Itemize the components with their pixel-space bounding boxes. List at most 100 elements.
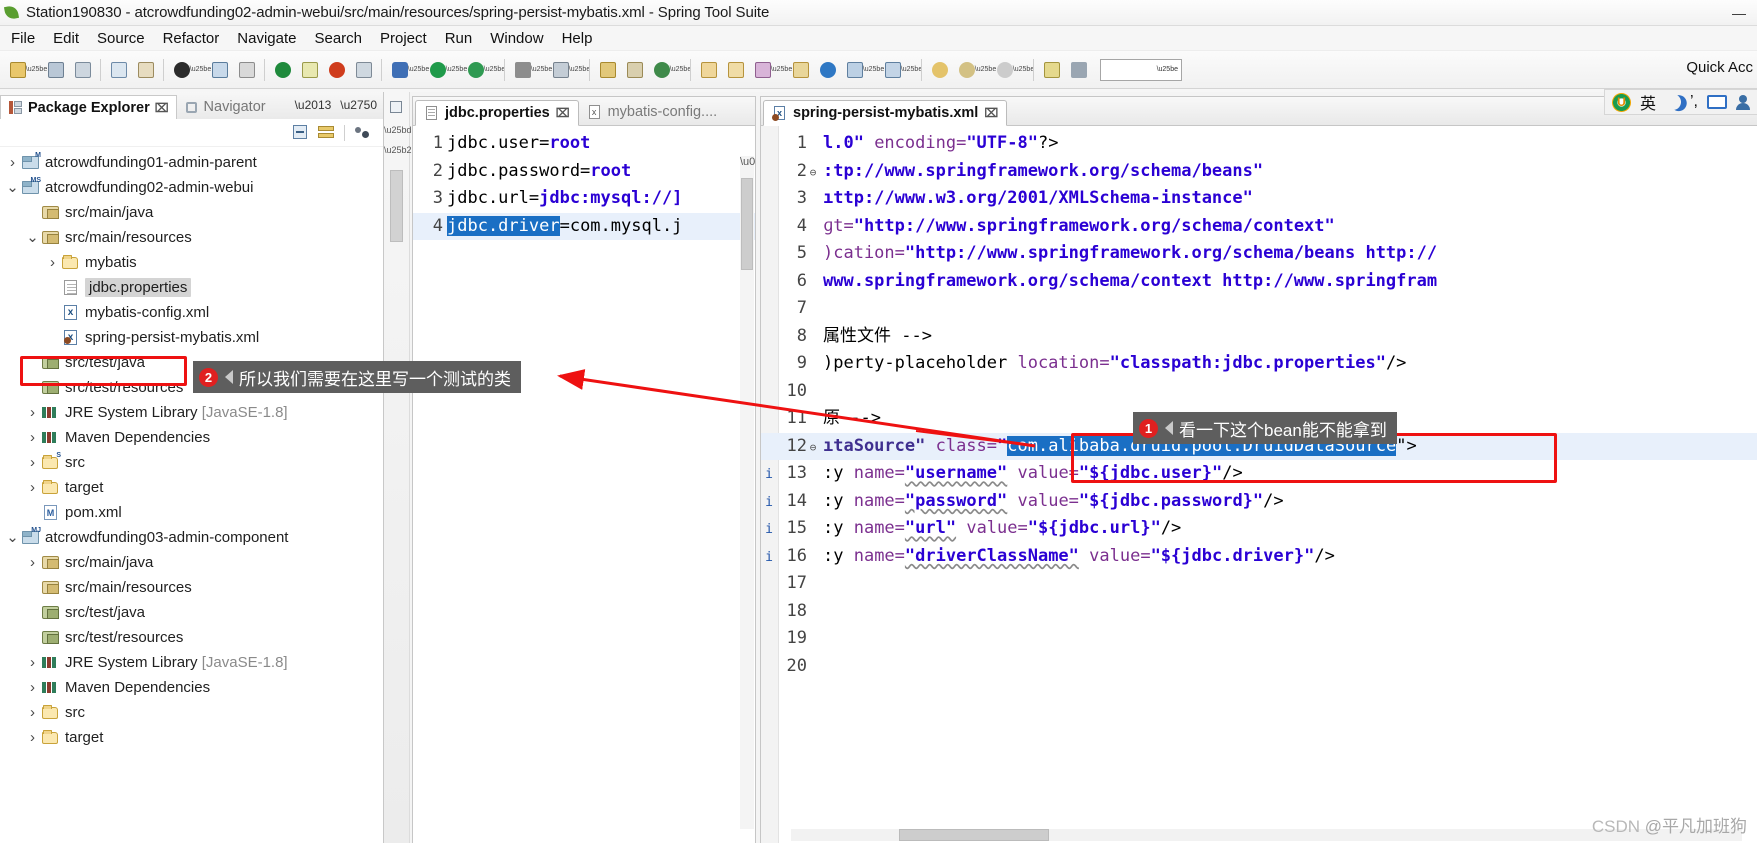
tree-item-atcrowdfunding03-admin-component[interactable]: ⌄ MJ atcrowdfunding03-admin-component [0,525,383,550]
open-task-icon[interactable] [133,57,158,82]
ime-mode-label[interactable]: 英 [1640,90,1656,114]
chevron-right-icon[interactable]: › [24,479,41,496]
chevron-right-icon[interactable]: › [24,704,41,721]
search-icon[interactable] [750,57,775,82]
tree-item-src-main-java[interactable]: src/main/java [0,200,383,225]
run-config-icon[interactable] [463,57,488,82]
open-type-icon[interactable] [106,57,131,82]
search-dropdown-icon[interactable]: \u25be [771,57,792,82]
menu-project[interactable]: Project [371,28,436,49]
tree-item-atcrowdfunding01-admin-parent[interactable]: › Matcrowdfunding01-admin-parent [0,150,383,175]
tree-item-src[interactable]: › src [0,700,383,725]
tree-item-pom-xml[interactable]: pom.xml [0,500,383,525]
minimize-button[interactable]: — [1725,3,1753,23]
chevron-down-icon[interactable]: ⌄ [24,230,41,245]
working-set-combo[interactable]: \u25be [1100,58,1182,81]
code-line[interactable]: 7 [761,295,1757,323]
menu-edit[interactable]: Edit [44,28,88,49]
chevron-right-icon[interactable]: › [24,429,41,446]
chevron-down-icon[interactable]: ⌄ [4,180,21,195]
scroll-thumb[interactable] [741,178,753,270]
scroll-thumb[interactable] [899,829,1049,841]
sogou-logo-icon[interactable] [1611,92,1631,112]
code-line[interactable]: i 13:y name="username" value="${jdbc.user… [761,460,1757,488]
code-line[interactable]: 4 jdbc.driver=com.mysql.j [413,212,755,240]
run-external-icon[interactable] [387,57,412,82]
grid-icon[interactable] [1066,57,1091,82]
previous-annotation-icon[interactable] [954,57,979,82]
tree-item-atcrowdfunding02-admin-webui[interactable]: ⌄ MS atcrowdfunding02-admin-webui [0,175,383,200]
code-line[interactable]: i 16:y name="driverClassName" value="${jd… [761,543,1757,571]
server-start-icon[interactable] [270,57,295,82]
menu-run[interactable]: Run [436,28,482,49]
forward-icon[interactable] [992,57,1017,82]
menu-refactor[interactable]: Refactor [154,28,229,49]
minimize-view-icon[interactable]: \u2013 [295,98,332,112]
fold-collapse-icon[interactable]: ⊖ [807,434,819,462]
profile-icon[interactable] [351,57,376,82]
refresh-dropdown-icon[interactable]: \u25be [670,57,691,82]
tab-jdbc-properties[interactable]: jdbc.properties ⌧ [415,100,579,126]
code-line[interactable]: 1 jdbc.user=root [413,130,755,158]
upload-icon[interactable] [880,57,905,82]
back-icon[interactable] [927,57,952,82]
tab-mybatis-config[interactable]: x mybatis-config.... [579,99,726,125]
rail-scrollbar-thumb[interactable] [390,170,403,242]
debug-dropdown-icon[interactable]: \u25be [190,57,211,82]
code-line[interactable]: i 15:y name="url" value="${jdbc.url}"/> [761,515,1757,543]
scroll-up-icon[interactable]: \u028c [740,156,755,168]
tree-item-maven-dependencies[interactable]: › Maven Dependencies [0,675,383,700]
chevron-right-icon[interactable]: › [24,654,41,671]
code-line[interactable]: 17 [761,570,1757,598]
refresh-icon[interactable] [649,57,674,82]
save-all-icon[interactable] [70,57,95,82]
code-line[interactable]: 9)perty-placeholder location="classpath:… [761,350,1757,378]
code-line[interactable]: 5)cation="http://www.springframework.org… [761,240,1757,268]
debug-icon[interactable] [169,57,194,82]
tree-item-maven-dependencies[interactable]: › Maven Dependencies [0,425,383,450]
terminate-icon[interactable] [548,57,573,82]
tree-item-jre-system-library[interactable]: › JRE System Library [JavaSE-1.8] [0,400,383,425]
close-icon[interactable]: ⌧ [556,106,570,120]
open-perspective-icon[interactable] [788,57,813,82]
code-line[interactable]: 18 [761,598,1757,626]
code-line[interactable]: i 14:y name="password" value="${jdbc.pass… [761,488,1757,516]
code-line[interactable]: 3 jdbc.url=jdbc:mysql://] [413,185,755,213]
editor-left-code-area[interactable]: 1 jdbc.user=root 2 jdbc.password=root 3 jdbc.… [413,126,755,843]
code-line[interactable]: 8 属性文件 --> [761,323,1757,351]
keyboard-icon[interactable] [1707,95,1727,109]
chevron-right-icon[interactable]: › [24,454,41,471]
maximize-view-icon[interactable]: \u2750 [340,98,377,112]
tree-item-target[interactable]: › target [0,725,383,750]
chevron-up-icon[interactable]: \u25b2 [384,145,412,155]
project-tree[interactable]: › Matcrowdfunding01-admin-parent ⌄ MS atcrow… [0,147,383,750]
chevron-right-icon[interactable]: › [4,154,21,171]
server-restart-icon[interactable] [324,57,349,82]
run-as-dropdown-icon[interactable]: \u25be [446,57,467,82]
download-dropdown-icon[interactable]: \u25be [863,57,884,82]
tree-item-spring-persist-mybatis-xml[interactable]: spring-persist-mybatis.xml [0,325,383,350]
code-line[interactable]: 6 www.springframework.org/schema/context … [761,268,1757,296]
menu-help[interactable]: Help [553,28,602,49]
tree-item-src[interactable]: › Ssrc [0,450,383,475]
view-menu-icon[interactable] [354,124,371,141]
menu-search[interactable]: Search [305,28,371,49]
terminate-dropdown-icon[interactable]: \u25be [569,57,590,82]
moon-icon[interactable] [1663,92,1684,113]
fold-collapse-icon[interactable]: ⊖ [807,159,819,187]
new-java-project-icon[interactable] [595,57,620,82]
menu-file[interactable]: File [2,28,44,49]
tree-item-src-test-resources[interactable]: src/test/resources [0,625,383,650]
editor-right-code-area[interactable]: 1 l.0" encoding="UTF-8"?> 2 ⊖:tp://www.spri… [761,126,1757,843]
download-icon[interactable] [842,57,867,82]
code-line[interactable]: 1 l.0" encoding="UTF-8"?> [761,130,1757,158]
menu-source[interactable]: Source [88,28,154,49]
run-as-icon[interactable] [425,57,450,82]
chevron-right-icon[interactable]: › [24,404,41,421]
tree-item-src-main-resources[interactable]: ⌄ src/main/resources [0,225,383,250]
menu-window[interactable]: Window [481,28,552,49]
tab-spring-persist-mybatis[interactable]: x spring-persist-mybatis.xml ⌧ [763,100,1008,126]
new-wizard-dropdown-icon[interactable]: \u25be [26,57,47,82]
tree-item-src-main-resources[interactable]: src/main/resources [0,575,383,600]
pencil-icon[interactable] [234,57,259,82]
